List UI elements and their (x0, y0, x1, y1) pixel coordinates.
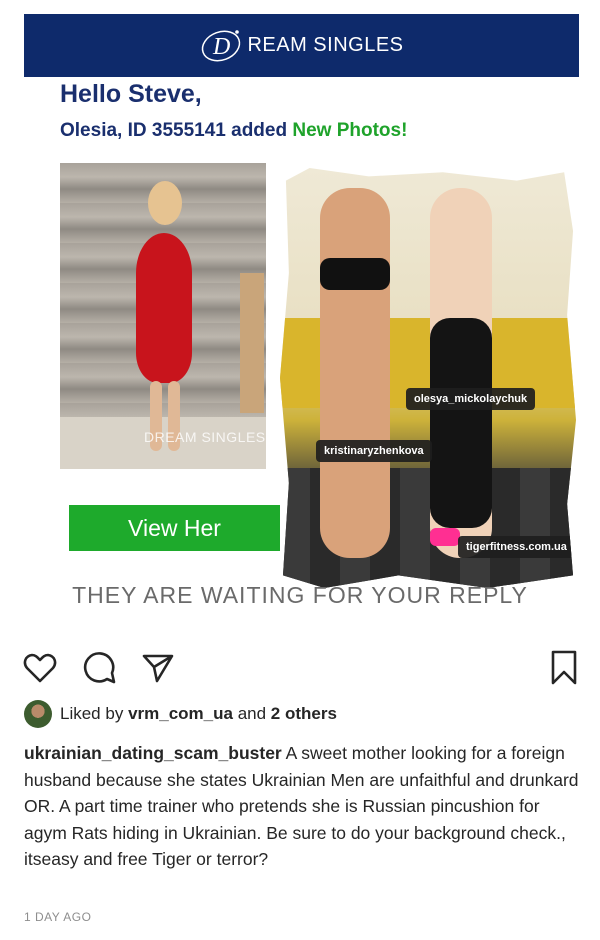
photo-watermark: DREAM SINGLES (144, 429, 266, 445)
post-caption: ukrainian_dating_scam_buster A sweet mot… (24, 740, 580, 873)
waiting-message: THEY ARE WAITING FOR YOUR REPLY (72, 582, 528, 608)
black-leggings (430, 318, 492, 528)
email-greeting: Hello Steve, (60, 80, 202, 108)
member-name: Olesia, ID 3555141 (60, 120, 226, 141)
svg-text:D: D (212, 34, 230, 60)
notification-line: Olesia, ID 3555141 added New Photos! (60, 120, 407, 142)
red-dress (136, 233, 192, 383)
comment-icon[interactable] (82, 650, 118, 686)
dream-singles-logo: D REAM SINGLES (199, 26, 403, 66)
liked-by-others-link[interactable]: 2 others (271, 704, 337, 724)
user-tag[interactable]: kristinaryzhenkova (316, 440, 432, 462)
logo-swirl-icon: D (202, 29, 241, 61)
liked-by-and: and (237, 704, 267, 723)
post-timestamp: 1 DAY AGO (24, 910, 92, 924)
profile-photo: DREAM SINGLES (60, 163, 266, 469)
heart-icon[interactable] (22, 650, 58, 686)
figure-head (148, 181, 182, 225)
brand-name: REAM SINGLES (247, 34, 404, 56)
liked-by-prefix: Liked by (60, 704, 124, 723)
overlay-gym-photo: olesya_mickolaychuk kristinaryzhenkova t… (280, 168, 576, 588)
new-photos-text: New Photos! (292, 120, 408, 141)
woman-figure-left (320, 188, 390, 558)
liked-by-user-link[interactable]: vrm_com_ua (128, 704, 233, 724)
likes-summary: Liked by vrm_com_ua and 2 others (24, 700, 337, 728)
pink-shoe (430, 528, 460, 546)
added-text: added (231, 120, 288, 141)
user-tag[interactable]: olesya_mickolaychuk (406, 388, 536, 410)
share-icon[interactable] (140, 650, 176, 686)
photo-shelf (240, 273, 264, 413)
caption-author-link[interactable]: ukrainian_dating_scam_buster (24, 743, 282, 763)
user-tag[interactable]: tigerfitness.com.ua (458, 536, 575, 558)
avatar[interactable] (24, 700, 52, 728)
post-image[interactable]: D REAM SINGLES Hello Steve, Olesia, ID 3… (0, 0, 600, 640)
black-top (320, 258, 390, 290)
bookmark-icon[interactable] (546, 650, 582, 686)
view-her-button[interactable]: View Her (69, 505, 280, 551)
email-header-banner: D REAM SINGLES (24, 14, 579, 77)
post-actions (0, 650, 600, 690)
